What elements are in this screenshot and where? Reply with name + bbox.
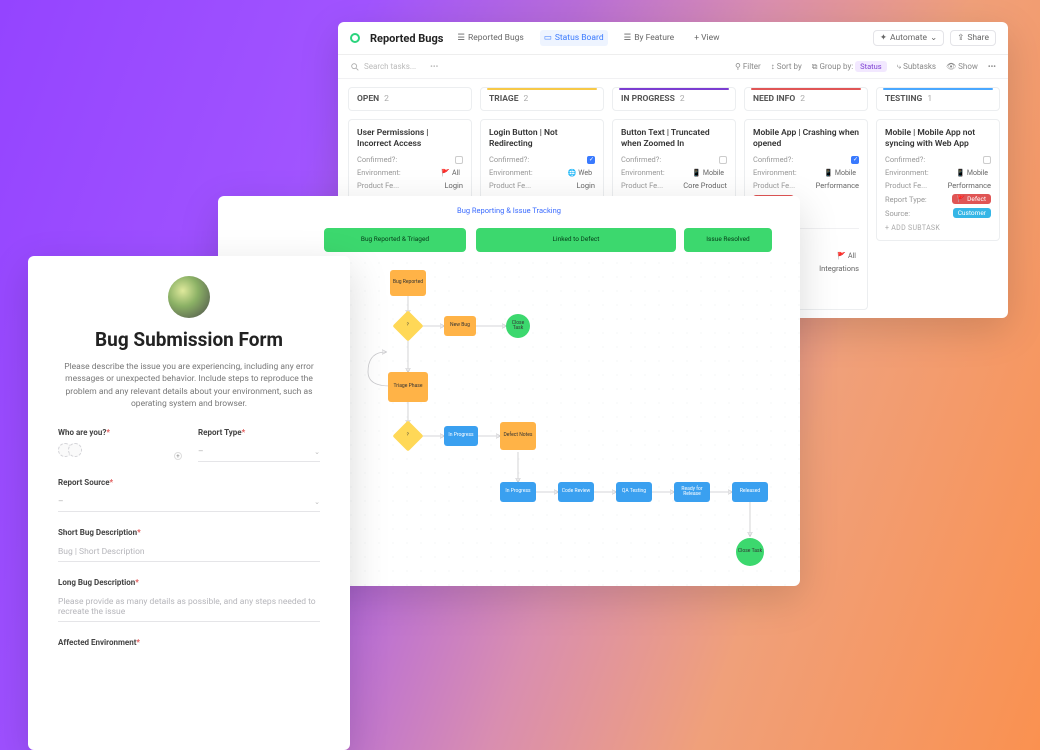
env-badge: Web [565,169,595,177]
short-description-input[interactable]: Bug | Short Description [58,543,320,562]
confirmed-checkbox[interactable] [719,156,727,164]
add-subtask-button[interactable]: + ADD SUBTASK [885,224,991,232]
list-icon: ☰ [624,33,632,43]
share-button[interactable]: ⇪ Share [950,30,996,46]
node-pipe-2[interactable]: QA Testing [616,482,652,502]
confirmed-checkbox[interactable] [587,156,595,164]
subtask-icon: ⤷ [897,62,901,71]
automate-button[interactable]: ✦ Automate ⌄ [873,30,944,46]
tab-status-board[interactable]: ▭ Status Board [540,30,608,46]
card-in-progress[interactable]: Button Text | Truncated when Zoomed In C… [612,119,736,201]
column-header-testing[interactable]: TESTIING 1 [876,87,1000,111]
node-pipe-1[interactable]: Code Review [558,482,594,502]
field-affected-environment: Affected Environment* [58,638,320,647]
search-icon [350,62,360,72]
tag-defect: Defect [952,194,991,204]
card-triage[interactable]: Login Button | Not Redirecting Confirmed… [480,119,604,201]
field-long-description: Long Bug Description* Please provide as … [58,578,320,622]
env-badge: All [438,169,463,177]
group-button[interactable]: ⧉ Group by: Status [812,61,887,72]
board-title: Reported Bugs [370,32,443,45]
column-open: OPEN 2 User Permissions | Incorrect Acce… [348,87,472,201]
env-badge: All [834,252,859,260]
field-report-type: Report Type* – ⌄ [198,428,320,462]
node-close-task-2[interactable]: Close Task [736,538,764,566]
board-icon: ▭ [544,33,552,43]
sort-button[interactable]: ↕ Sort by [771,62,802,71]
plus-icon: + [174,452,182,460]
tab-by-feature[interactable]: ☰ By Feature [620,30,679,46]
node-pipe-4[interactable]: Released [732,482,768,502]
report-source-select[interactable]: – ⌄ [58,493,320,512]
node-in-progress[interactable]: In Progress [444,426,478,446]
column-testing: TESTIING 1 Mobile | Mobile App not synci… [876,87,1000,241]
status-ring-icon [350,33,360,43]
column-triage: TRIAGE 2 Login Button | Not Redirecting … [480,87,604,201]
column-header-need-info[interactable]: NEED INFO 2 [744,87,868,111]
flow-title: Bug Reporting & Issue Tracking [218,196,800,221]
node-bug-reported[interactable]: Bug Reported [390,270,426,296]
confirmed-checkbox[interactable] [983,156,991,164]
board-toolbar: Search tasks... ••• ⚲ Filter ↕ Sort by ⧉… [338,55,1008,79]
view-tabs: ☰ Reported Bugs ▭ Status Board ☰ By Feat… [453,30,723,46]
column-header-triage[interactable]: TRIAGE 2 [480,87,604,111]
more-icon[interactable]: ••• [430,62,438,71]
group-icon: ⧉ [812,62,818,71]
node-close-task-1[interactable]: Close Task [506,314,530,338]
sparkle-icon: ✦ [880,33,887,43]
search-input[interactable]: Search tasks... [350,62,416,72]
lane-head-2: Linked to Defect [476,228,676,252]
filter-button[interactable]: ⚲ Filter [735,62,761,71]
env-badge: Mobile [821,169,859,177]
form-description: Please describe the issue you are experi… [58,361,320,410]
lane-head-3: Issue Resolved [684,228,772,252]
column-in-progress: IN PROGRESS 2 Button Text | Truncated wh… [612,87,736,201]
card-open[interactable]: User Permissions | Incorrect Access Conf… [348,119,472,201]
card-testing[interactable]: Mobile | Mobile App not syncing with Web… [876,119,1000,241]
form-title: Bug Submission Form [58,328,320,351]
filter-icon: ⚲ [735,62,741,71]
confirmed-checkbox[interactable] [851,156,859,164]
node-triage-phase[interactable]: Triage Phase [388,372,428,402]
field-short-description: Short Bug Description* Bug | Short Descr… [58,528,320,562]
column-header-open[interactable]: OPEN 2 [348,87,472,111]
node-pipe-0[interactable]: In Progress [500,482,536,502]
tab-add-view[interactable]: + View [690,30,723,46]
confirmed-checkbox[interactable] [455,156,463,164]
node-new-bug[interactable]: New Bug [444,316,476,336]
eye-icon: 👁 [946,62,956,71]
share-icon: ⇪ [957,33,964,43]
who-avatar-picker[interactable]: + [58,443,180,457]
bug-submission-form: Bug Submission Form Please describe the … [28,256,350,750]
board-header: Reported Bugs ☰ Reported Bugs ▭ Status B… [338,22,1008,55]
sort-icon: ↕ [771,62,775,71]
subtasks-button[interactable]: ⤷ Subtasks [897,62,936,72]
tab-reported-bugs[interactable]: ☰ Reported Bugs [453,30,527,46]
node-defect-notes[interactable]: Defect Notes [500,422,536,450]
env-badge: Mobile [689,169,727,177]
node-pipe-3[interactable]: Ready for Release [674,482,710,502]
field-report-source: Report Source* – ⌄ [58,478,320,512]
show-button[interactable]: 👁 Show [946,62,978,71]
more-icon[interactable]: ••• [988,62,996,71]
chevron-down-icon: ⌄ [314,448,320,456]
chevron-down-icon: ⌄ [930,33,937,43]
form-avatar [168,276,210,318]
report-type-select[interactable]: – ⌄ [198,443,320,462]
chevron-down-icon: ⌄ [314,498,320,506]
field-who-are-you: Who are you?* + [58,428,180,462]
long-description-input[interactable]: Please provide as many details as possib… [58,593,320,622]
tag-customer: Customer [953,208,991,218]
lane-head-1: Bug Reported & Triaged [324,228,466,252]
column-header-in-progress[interactable]: IN PROGRESS 2 [612,87,736,111]
list-icon: ☰ [457,33,465,43]
env-badge: Mobile [953,169,991,177]
